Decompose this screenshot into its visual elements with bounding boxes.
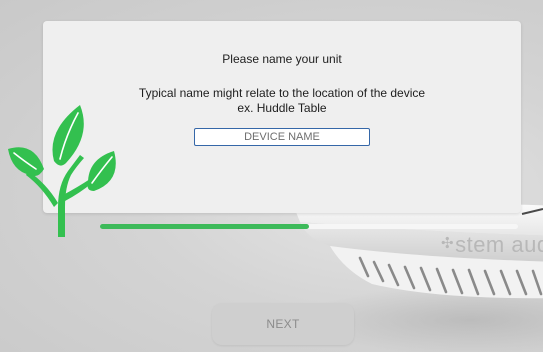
plant-sprout-icon <box>8 105 116 237</box>
next-button[interactable]: NEXT <box>212 303 354 345</box>
device-brand-text: stem aud <box>455 232 543 257</box>
setup-screen: ✣stem aud Please name your unit Typical … <box>0 0 543 352</box>
setup-progress-bar <box>100 224 518 229</box>
setup-progress-fill <box>100 224 309 229</box>
device-name-input[interactable] <box>194 128 370 146</box>
dialog-title: Please name your unit <box>222 52 342 66</box>
device-brand-wordmark: ✣stem aud <box>441 232 543 258</box>
leaf-icon: ✣ <box>441 235 455 252</box>
dialog-description-line: Typical name might relate to the locatio… <box>138 86 426 100</box>
